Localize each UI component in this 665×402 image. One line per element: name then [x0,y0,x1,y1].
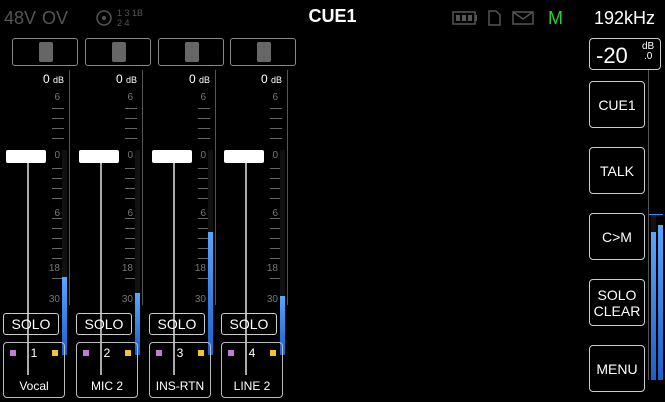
menu-button[interactable]: MENU [589,345,645,392]
scale-label: 18 [121,263,133,274]
channel-divider [287,70,288,305]
master-meter-divider [648,70,649,380]
channel-select-button[interactable]: 2 MIC 2 [76,342,138,398]
scale-tick [270,138,282,139]
talk-button[interactable]: TALK [589,147,645,194]
channel-strip: 0 dB 6 0 6 18 30 SOLO 1 Vocal [0,70,70,402]
channel-number: 1 [30,346,38,360]
scale-tick [270,108,282,109]
channel-1-pan-slot[interactable] [12,38,78,66]
level-meter [208,232,213,355]
channel-divider [69,70,70,305]
battery-icon [452,11,478,25]
scale-label: 6 [200,92,206,103]
cue-to-monitor-button[interactable]: C>M [589,213,645,260]
channel-4-pan-slot[interactable] [230,38,296,66]
scale-tick [198,128,210,129]
pan-knob[interactable] [257,42,271,62]
fader-handle[interactable] [79,150,119,163]
solo-button[interactable]: SOLO [221,313,277,335]
channel-db-readout: 0 dB [42,72,64,86]
scale-tick [125,128,137,129]
scale-tick [270,128,282,129]
channel-select-button[interactable]: 3 INS-RTN [149,342,211,398]
sample-rate: 192kHz [593,8,655,28]
channel-select-button[interactable]: 4 LINE 2 [221,342,283,398]
master-meter-left [651,232,656,380]
channel-strip: 0 dB 6 0 6 18 30 SOLO 3 INS-RTN [146,70,216,402]
scale-tick [198,118,210,119]
channel-strip: 0 dB 6 0 6 18 30 SOLO 4 LINE 2 [218,70,288,402]
card-icon [486,10,502,26]
fader-handle[interactable] [152,150,192,163]
scale-tick [52,128,64,129]
scale-label: 30 [121,294,133,305]
channel-db-readout: 0 dB [188,72,210,86]
fader-handle[interactable] [224,150,264,163]
mail-icon [512,11,534,25]
scale-label: 30 [48,294,60,305]
channel-number: 2 [103,346,111,360]
solo-clear-button[interactable]: SOLO CLEAR [589,279,645,326]
page-title: CUE1 [308,6,357,26]
channel-select-button[interactable]: 1 Vocal [3,342,65,398]
channel-strip: 0 dB 6 0 6 18 30 SOLO 2 MIC 2 [73,70,143,402]
scale-label: 18 [48,263,60,274]
scale-label: 6 [127,92,133,103]
channel-name: MIC 2 [90,379,123,393]
channel-name: INS-RTN [155,379,205,393]
scale-label: 6 [54,92,60,103]
master-level-unit: dB .0 [642,41,655,62]
channel-3-pan-slot[interactable] [158,38,224,66]
scale-label: 30 [194,294,206,305]
pan-knob[interactable] [39,42,53,62]
scale-label: 0 [200,150,206,161]
channel-2-pan-slot[interactable] [85,38,151,66]
channel-number: 4 [248,346,256,360]
scale-tick [52,138,64,139]
cue1-button[interactable]: CUE1 [589,81,645,128]
channel-name: Vocal [19,379,49,393]
master-peak-marker [649,214,663,215]
fader-handle[interactable] [6,150,46,163]
scale-tick [270,118,282,119]
monitor-indicator: M [548,8,563,28]
scale-tick [125,108,137,109]
channel-name: LINE 2 [233,379,271,393]
pan-knob[interactable] [185,42,199,62]
solo-button[interactable]: SOLO [76,313,132,335]
scale-tick [125,138,137,139]
scale-label: 0 [54,150,60,161]
scale-tick [52,108,64,109]
scale-label: 30 [266,294,278,305]
channel-number: 3 [176,346,184,360]
scale-tick [198,138,210,139]
scale-label: 18 [194,263,206,274]
scale-label: 18 [266,263,278,274]
scale-label: 0 [272,150,278,161]
master-meter-right [658,225,663,380]
channel-db-readout: 0 dB [115,72,137,86]
scale-tick [198,108,210,109]
channel-db-readout: 0 dB [260,72,282,86]
master-level-display[interactable]: -20 dB .0 [589,38,661,70]
scale-tick [52,118,64,119]
solo-button[interactable]: SOLO [149,313,205,335]
channel-divider [215,70,216,305]
pan-knob[interactable] [112,42,126,62]
scale-label: 0 [127,150,133,161]
master-level-value: -20 [596,43,628,68]
channel-divider [142,70,143,305]
scale-label: 6 [272,92,278,103]
solo-button[interactable]: SOLO [3,313,59,335]
scale-tick [125,118,137,119]
